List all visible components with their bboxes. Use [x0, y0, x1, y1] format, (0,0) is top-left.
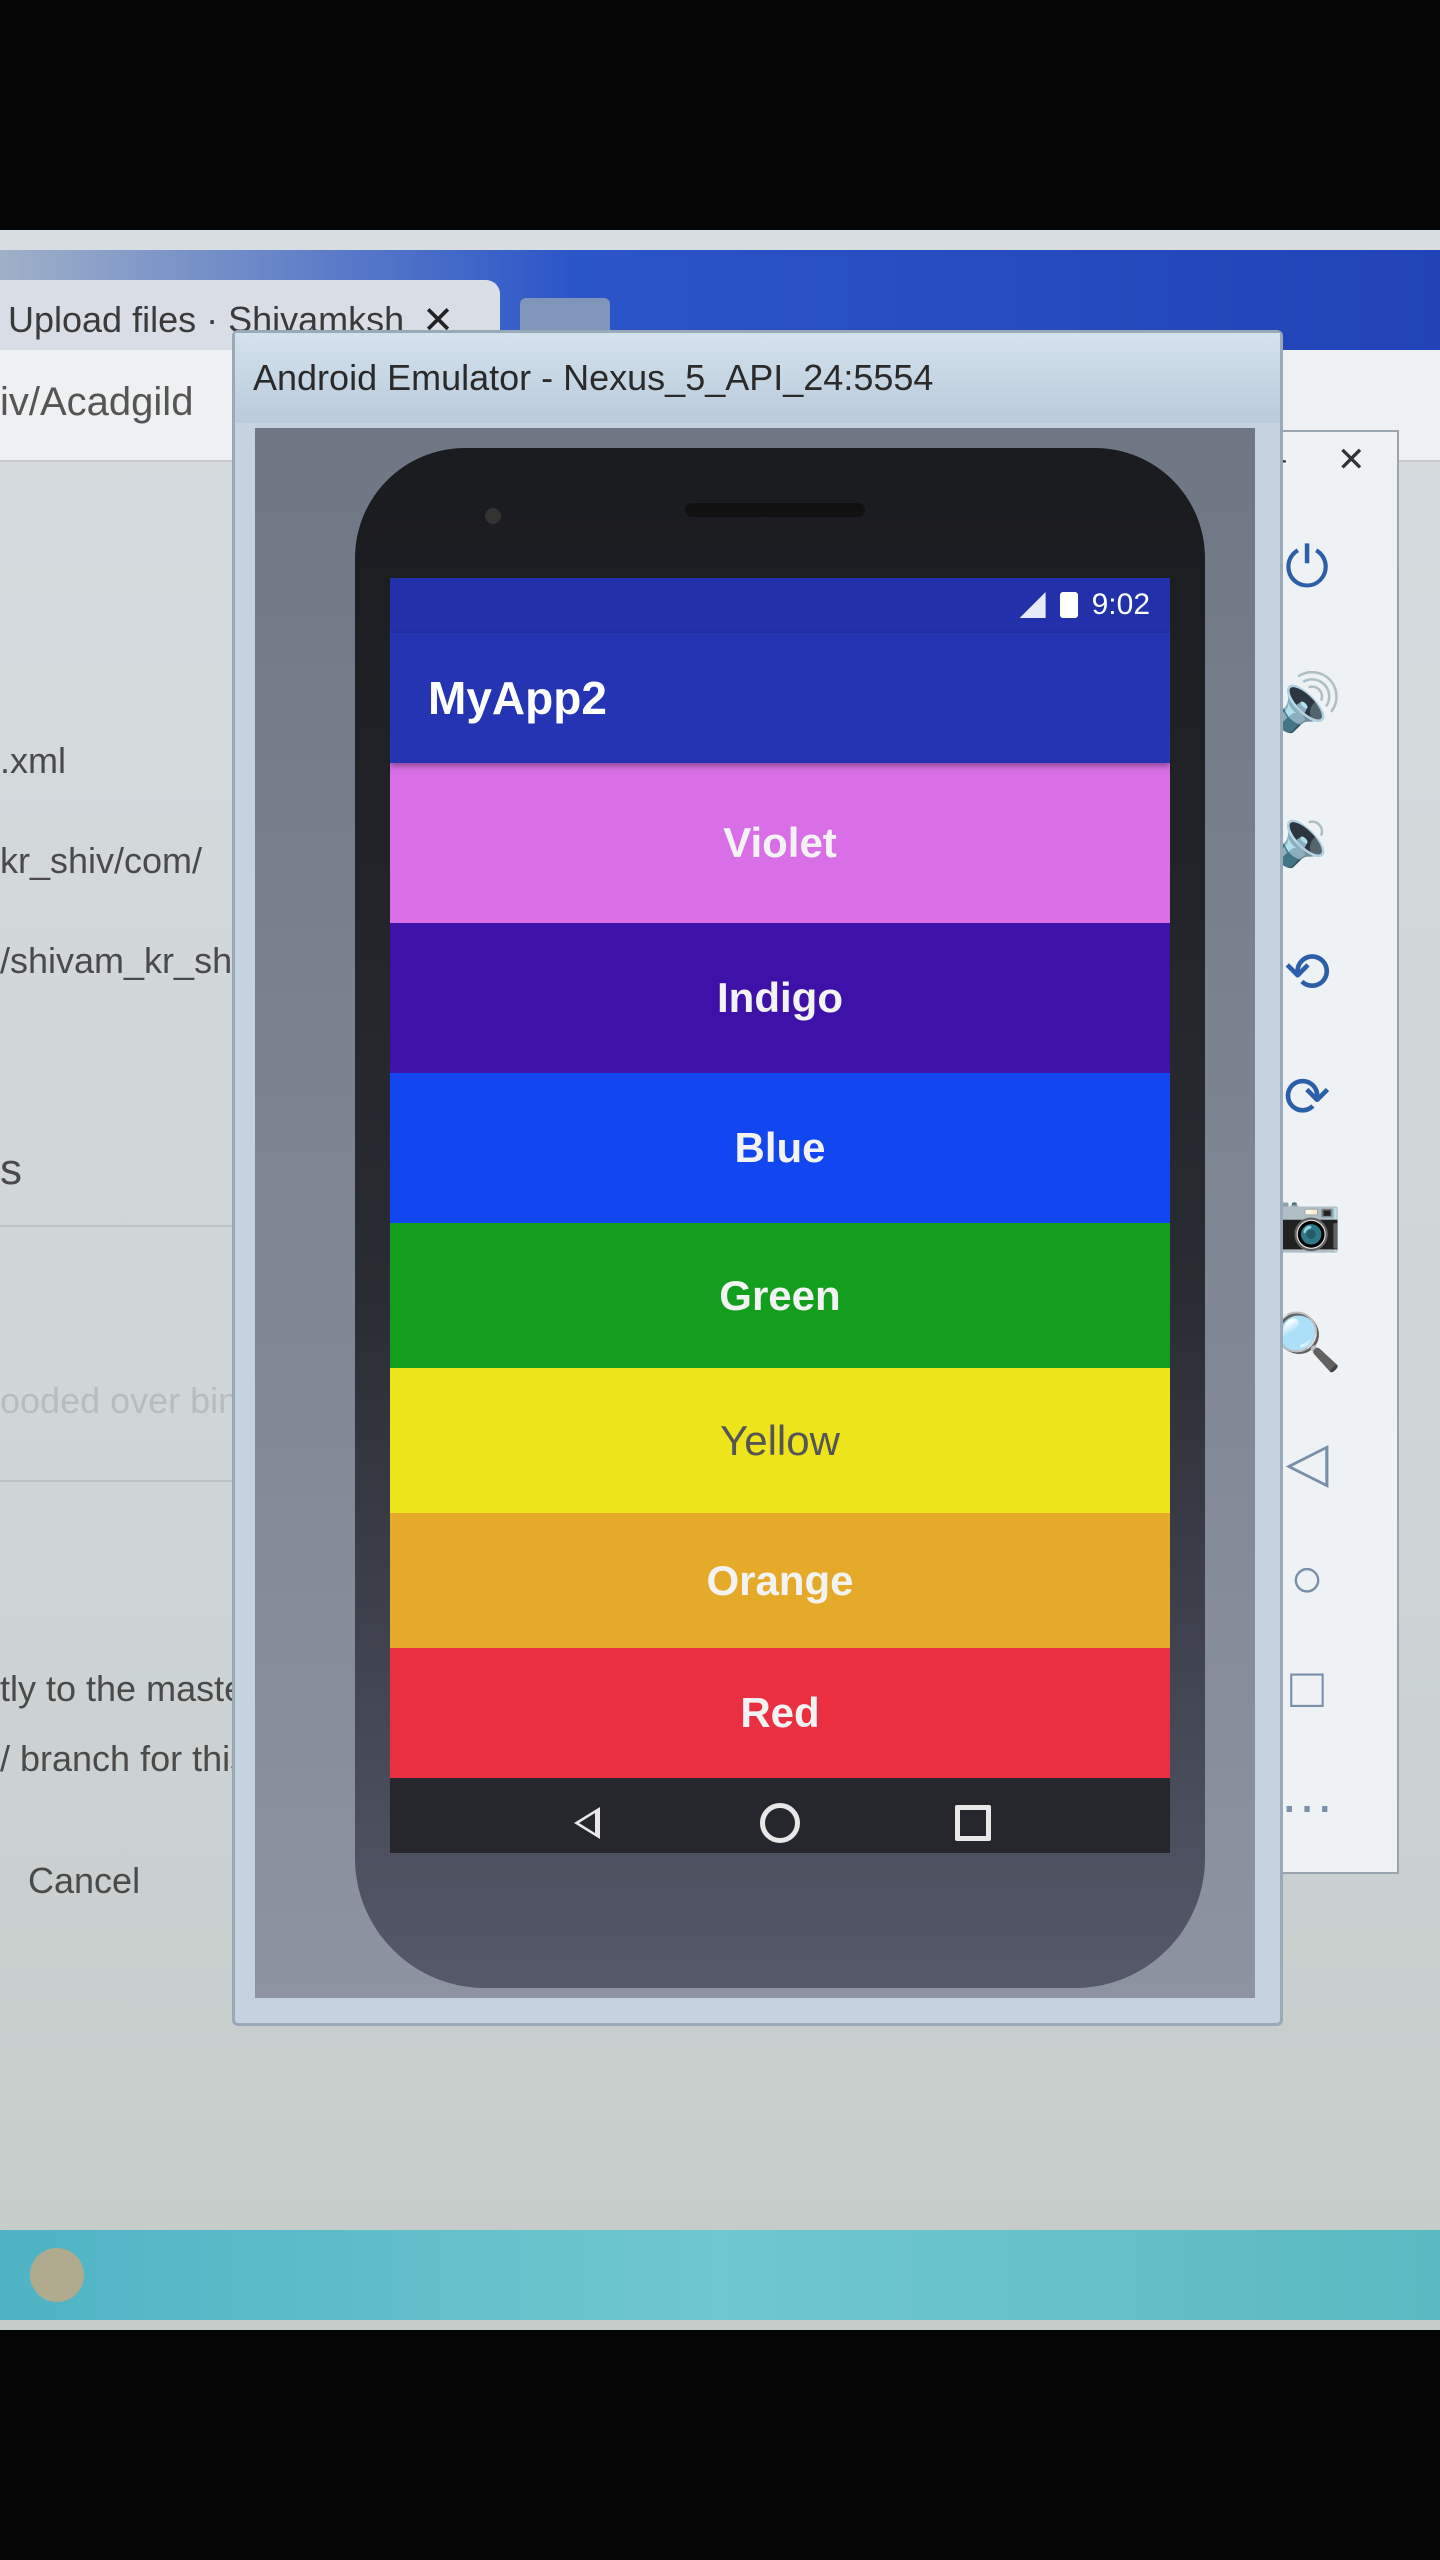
divider — [0, 1225, 240, 1227]
band-label: Orange — [706, 1556, 854, 1604]
emulator-body: 9:02 MyApp2 Violet Indigo Blue Green Yel… — [255, 428, 1255, 1998]
band-label: Green — [719, 1271, 841, 1319]
color-band-indigo[interactable]: Indigo — [390, 923, 1170, 1073]
nav-recents-button[interactable] — [943, 1793, 1003, 1853]
color-band-blue[interactable]: Blue — [390, 1073, 1170, 1223]
color-band-yellow[interactable]: Yellow — [390, 1368, 1170, 1513]
app-title: MyApp2 — [428, 672, 607, 724]
emulator-title: Android Emulator - Nexus_5_API_24:5554 — [253, 357, 934, 398]
page-text-line-4: s — [0, 1145, 22, 1194]
taskbar — [0, 2230, 1440, 2320]
app-bar: MyApp2 — [390, 633, 1170, 763]
battery-icon — [1059, 592, 1078, 618]
divider — [0, 1480, 240, 1482]
color-band-orange[interactable]: Orange — [390, 1513, 1170, 1648]
toolbar-close-button[interactable]: ✕ — [1337, 440, 1366, 480]
commit-text-1: tly to the maste — [0, 1668, 245, 1709]
color-band-green[interactable]: Green — [390, 1223, 1170, 1368]
page-text-faint: ooded over bin/ — [0, 1380, 249, 1421]
front-camera — [485, 508, 501, 524]
speaker-grille — [685, 503, 865, 517]
band-label: Violet — [723, 819, 837, 866]
color-band-violet[interactable]: Violet — [390, 763, 1170, 923]
phone-frame: 9:02 MyApp2 Violet Indigo Blue Green Yel… — [355, 448, 1205, 1988]
status-time: 9:02 — [1091, 588, 1150, 621]
nav-home-button[interactable] — [750, 1793, 810, 1853]
navigation-bar — [390, 1778, 1170, 1853]
status-bar: 9:02 — [390, 578, 1170, 633]
start-button[interactable] — [30, 2248, 84, 2302]
device-screen[interactable]: 9:02 MyApp2 Violet Indigo Blue Green Yel… — [390, 578, 1170, 1853]
band-label: Yellow — [720, 1416, 840, 1464]
page-text-line-3: /shivam_kr_sh — [0, 940, 233, 981]
color-list: Violet Indigo Blue Green Yellow Orange R… — [390, 763, 1170, 1778]
band-label: Blue — [734, 1124, 826, 1171]
color-band-red[interactable]: Red — [390, 1648, 1170, 1778]
band-label: Indigo — [717, 974, 843, 1021]
recents-icon — [955, 1805, 992, 1841]
home-icon — [759, 1803, 800, 1843]
page-text-line-2: kr_shiv/com/ — [0, 840, 203, 881]
cancel-link[interactable]: Cancel — [28, 1860, 140, 1902]
emulator-titlebar[interactable]: Android Emulator - Nexus_5_API_24:5554 — [235, 333, 1280, 423]
page-text-line-1: .xml — [0, 740, 66, 781]
nav-back-button[interactable] — [557, 1793, 617, 1853]
signal-icon — [1019, 592, 1046, 618]
band-label: Red — [740, 1689, 820, 1736]
back-icon — [573, 1807, 600, 1839]
address-text: iv/Acadgild — [0, 380, 194, 424]
emulator-window: Android Emulator - Nexus_5_API_24:5554 9… — [232, 330, 1283, 2026]
